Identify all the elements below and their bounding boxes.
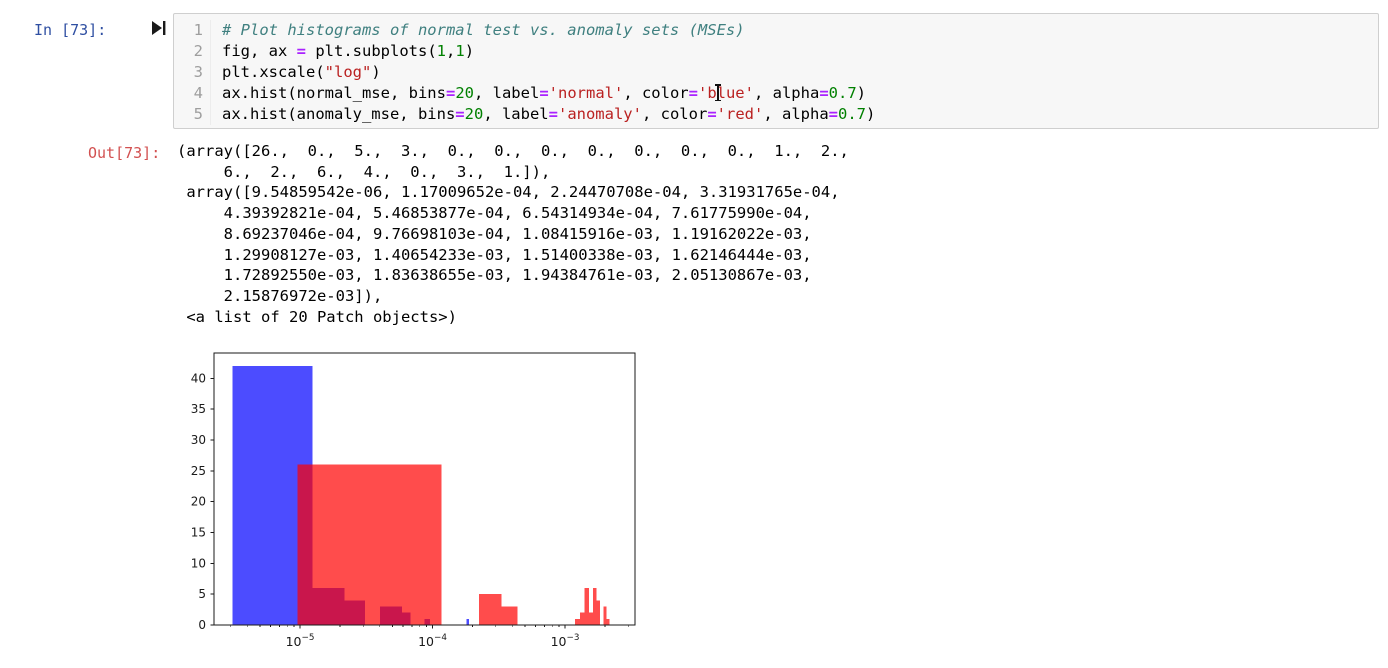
code-token: ) bbox=[857, 84, 866, 102]
code-token: , label bbox=[483, 105, 548, 123]
line-number: 5 bbox=[174, 104, 211, 125]
histogram-bar-anomaly bbox=[606, 619, 609, 625]
notebook-page: { "notebook": { "input": { "prompt": "In… bbox=[0, 0, 1388, 668]
code-content: ax.hist(anomaly_mse, bins=20, label='ano… bbox=[211, 104, 875, 125]
code-line[interactable]: 2fig, ax = plt.subplots(1,1) bbox=[174, 41, 1378, 62]
code-token: ) bbox=[465, 42, 474, 60]
code-line[interactable]: 4ax.hist(normal_mse, bins=20, label='nor… bbox=[174, 83, 1378, 104]
code-cell-editor[interactable]: 1 # Plot histograms of normal test vs. an… bbox=[173, 13, 1379, 129]
code-lines: 1 # Plot histograms of normal test vs. an… bbox=[174, 20, 1378, 125]
line-number: 2 bbox=[174, 41, 211, 62]
x-tick-label: 10−5 bbox=[286, 633, 315, 649]
code-content: ax.hist(normal_mse, bins=20, label='norm… bbox=[211, 83, 866, 104]
histogram-bar-anomaly bbox=[575, 619, 580, 625]
code-token: plt.xscale( bbox=[222, 63, 325, 81]
code-token: , color bbox=[623, 84, 688, 102]
code-token: , alpha bbox=[763, 105, 828, 123]
code-token: 0.7 bbox=[838, 105, 866, 123]
histogram-bar-anomaly bbox=[589, 613, 593, 625]
code-token: = bbox=[829, 105, 838, 123]
code-token: ) bbox=[866, 105, 875, 123]
histogram-bar-anomaly bbox=[479, 594, 502, 625]
code-token: # Plot histograms of normal test vs. ano… bbox=[222, 21, 745, 39]
histogram-bar-anomaly bbox=[502, 607, 518, 626]
code-token: 20 bbox=[455, 84, 474, 102]
code-token: = bbox=[707, 105, 716, 123]
histogram-bar-anomaly bbox=[603, 607, 606, 626]
output-text: (array([26., 0., 5., 3., 0., 0., 0., 0.,… bbox=[177, 141, 849, 327]
code-token: 1 bbox=[455, 42, 464, 60]
code-token: = bbox=[455, 105, 464, 123]
code-token: 20 bbox=[465, 105, 484, 123]
code-token: = bbox=[549, 105, 558, 123]
histogram-bar-anomaly bbox=[593, 588, 597, 625]
code-token: 'red' bbox=[717, 105, 764, 123]
run-cell-icon[interactable] bbox=[151, 20, 167, 36]
y-tick-label: 35 bbox=[191, 402, 206, 416]
code-token: ax.hist(normal_mse, bins bbox=[222, 84, 446, 102]
code-line[interactable]: 3plt.xscale("log") bbox=[174, 62, 1378, 83]
play-step-icon bbox=[151, 20, 167, 36]
code-content: plt.xscale("log") bbox=[211, 62, 381, 83]
code-token: , label bbox=[474, 84, 539, 102]
code-token: ) bbox=[371, 63, 380, 81]
code-content: # Plot histograms of normal test vs. ano… bbox=[211, 20, 745, 41]
histogram-bar-anomaly bbox=[585, 588, 589, 625]
input-prompt: In [73]: bbox=[34, 21, 106, 39]
code-token: = bbox=[297, 42, 306, 60]
histogram-bar-normal bbox=[466, 619, 469, 625]
code-token: , color bbox=[642, 105, 707, 123]
code-token: plt.subplots( bbox=[306, 42, 437, 60]
code-token: "log" bbox=[325, 63, 372, 81]
code-token: = bbox=[539, 84, 548, 102]
histogram-bar-anomaly bbox=[297, 465, 441, 625]
code-content: fig, ax = plt.subplots(1,1) bbox=[211, 41, 474, 62]
code-token: = bbox=[819, 84, 828, 102]
code-token: 1 bbox=[437, 42, 446, 60]
y-tick-label: 20 bbox=[191, 495, 206, 509]
histogram-bar-anomaly bbox=[580, 613, 585, 625]
histogram-plot: 0 5 10 15 20 25 30 35 40 10−5 10−4 10−3 bbox=[163, 343, 655, 663]
line-number: 3 bbox=[174, 62, 211, 83]
y-tick-label: 0 bbox=[198, 618, 206, 632]
y-tick-label: 10 bbox=[191, 556, 206, 570]
code-line[interactable]: 5ax.hist(anomaly_mse, bins=20, label='an… bbox=[174, 104, 1378, 125]
code-line[interactable]: 1 # Plot histograms of normal test vs. an… bbox=[174, 20, 1378, 41]
code-token: , alpha bbox=[754, 84, 819, 102]
code-token: fig, ax bbox=[222, 42, 297, 60]
code-token: , bbox=[446, 42, 455, 60]
line-number: 1 bbox=[174, 20, 211, 41]
matplotlib-figure: 0 5 10 15 20 25 30 35 40 10−5 10−4 10−3 bbox=[163, 343, 655, 663]
line-number: 4 bbox=[174, 83, 211, 104]
y-tick-label: 15 bbox=[191, 525, 206, 539]
y-tick-label: 5 bbox=[198, 587, 206, 601]
code-token: 'normal' bbox=[549, 84, 624, 102]
y-tick-label: 30 bbox=[191, 433, 206, 447]
code-token: = bbox=[689, 84, 698, 102]
code-token: ax.hist(anomaly_mse, bins bbox=[222, 105, 455, 123]
x-tick-label: 10−4 bbox=[418, 633, 447, 649]
output-prompt: Out[73]: bbox=[88, 144, 160, 162]
x-tick-label: 10−3 bbox=[551, 633, 580, 649]
code-token: 'blue' bbox=[698, 84, 754, 102]
code-token: 0.7 bbox=[829, 84, 857, 102]
code-token: 'anomaly' bbox=[558, 105, 642, 123]
histogram-bar-anomaly bbox=[597, 600, 600, 625]
y-tick-label: 25 bbox=[191, 464, 206, 478]
code-token: = bbox=[446, 84, 455, 102]
y-tick-label: 40 bbox=[191, 371, 206, 385]
